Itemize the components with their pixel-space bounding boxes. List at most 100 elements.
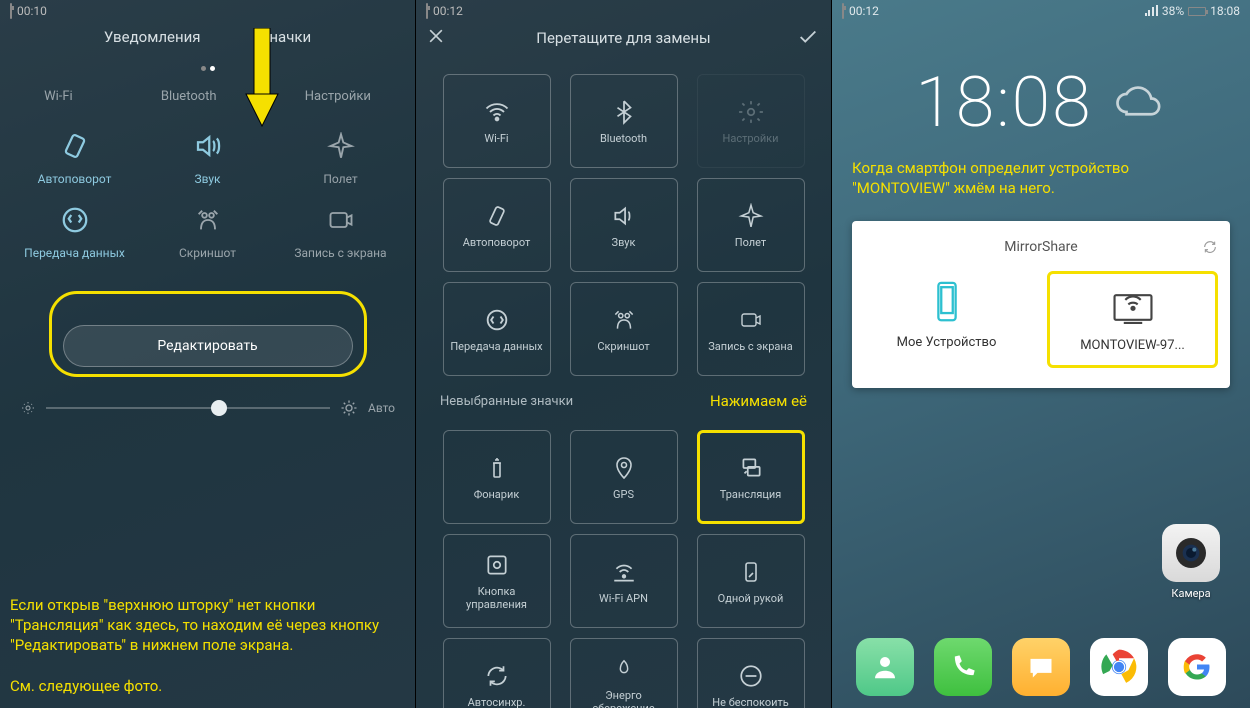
status-bar: 00:10 — [0, 0, 415, 22]
toggle-box-onehand[interactable]: Одной рукой — [697, 534, 805, 628]
reload-icon[interactable] — [1202, 239, 1218, 255]
label-bluetooth[interactable]: Bluetooth — [161, 89, 217, 104]
toggle-box-gps[interactable]: GPS — [570, 430, 678, 524]
toggle-box-energy[interactable]: Энерго сбережение — [570, 638, 678, 708]
knob-icon — [482, 550, 512, 580]
edit-title: Перетащите для замены — [460, 29, 787, 47]
toggle-box-label: Скриншот — [593, 341, 653, 354]
toggle-box-label: Звук — [608, 237, 640, 250]
toggle-box-label: Кнопка управления — [444, 586, 550, 611]
toggle-box-label: Автосинхр. — [464, 697, 530, 708]
status-clock: 18:08 — [1210, 4, 1240, 18]
label-wifi[interactable]: Wi-Fi — [44, 89, 73, 104]
toggle-data[interactable]: Передача данных — [8, 204, 141, 260]
data-icon — [482, 305, 512, 335]
bt-icon — [609, 97, 639, 127]
settings-icon — [736, 97, 766, 127]
toggle-box-label: Не беспокоить — [708, 697, 792, 708]
toggle-screenrec[interactable]: Запись с экрана — [274, 204, 407, 260]
battery-icon — [426, 4, 428, 18]
toggle-box-screenrec[interactable]: Запись с экрана — [697, 282, 805, 376]
toggle-box-label: GPS — [609, 489, 638, 502]
toggle-screenshot[interactable]: Скриншот — [141, 204, 274, 260]
toggle-label: Звук — [194, 172, 220, 186]
toggle-sound[interactable]: Звук — [141, 130, 274, 186]
toggle-box-data[interactable]: Передача данных — [443, 282, 551, 376]
dock — [832, 638, 1250, 696]
dock-google[interactable] — [1168, 638, 1226, 696]
autosync-icon — [482, 661, 512, 691]
status-time: 00:12 — [849, 4, 879, 18]
toggle-box-bt[interactable]: Bluetooth — [570, 74, 678, 168]
tab-notifications[interactable]: Уведомления — [104, 28, 201, 46]
unselected-hint: Нажимаем её — [710, 392, 807, 410]
brightness-slider[interactable] — [46, 407, 330, 409]
mirrorshare-card: MirrorShare Мое Устройство MONTOVIEW-97.… — [852, 221, 1230, 388]
edit-header: Перетащите для замены — [416, 22, 831, 58]
wifiapn-icon — [609, 557, 639, 587]
toggle-box-autosync[interactable]: Автосинхр. — [443, 638, 551, 708]
card-title: MirrorShare — [864, 239, 1218, 255]
toggle-label: Передача данных — [24, 246, 125, 260]
phone-icon — [922, 283, 972, 323]
screenshot-icon — [609, 305, 639, 335]
toggle-box-wifiapn[interactable]: Wi-Fi APN — [570, 534, 678, 628]
dock-chrome[interactable] — [1090, 638, 1148, 696]
toggle-box-autorotate[interactable]: Автоповорот — [443, 178, 551, 272]
screenshot-icon — [192, 204, 224, 236]
toggle-box-torch[interactable]: Фонарик — [443, 430, 551, 524]
sound-icon — [609, 201, 639, 231]
brightness-row: Авто — [0, 377, 415, 429]
sound-icon — [192, 130, 224, 162]
brightness-auto-label[interactable]: Авто — [368, 401, 395, 415]
toggle-box-label: Настройки — [719, 133, 783, 146]
screenrec-icon — [325, 204, 357, 236]
close-icon[interactable] — [426, 26, 450, 50]
toggle-label: Запись с экрана — [294, 246, 386, 260]
header-tabs: Уведомления Значки — [0, 22, 415, 56]
toggle-box-cast[interactable]: Трансляция — [697, 430, 805, 524]
device-montoview[interactable]: MONTOVIEW-97... — [1047, 271, 1218, 368]
edit-highlight: Редактировать — [49, 291, 367, 377]
screenrec-icon — [736, 305, 766, 335]
panel-edit-toggles: 00:12 Перетащите для замены Wi-FiBluetoo… — [416, 0, 832, 708]
torch-icon — [482, 453, 512, 483]
label-settings[interactable]: Настройки — [305, 89, 371, 104]
annotation-text: Когда смартфон определит устройство "MON… — [832, 154, 1250, 211]
toggle-box-label: Передача данных — [446, 341, 546, 354]
battery-pct: 38% — [1162, 4, 1184, 18]
toggle-box-label: Wi-Fi APN — [595, 593, 652, 606]
panel-quick-settings: 00:10 Уведомления Значки Wi-Fi Bluetooth… — [0, 0, 416, 708]
toggle-autorotate[interactable]: Автоповорот — [8, 130, 141, 186]
app-camera[interactable]: Камера — [1156, 524, 1226, 600]
toggle-box-knob[interactable]: Кнопка управления — [443, 534, 551, 628]
dock-messages[interactable] — [1012, 638, 1070, 696]
dock-phone[interactable] — [934, 638, 992, 696]
signal-icon — [1144, 5, 1158, 17]
lockscreen-clock: 18:08 — [915, 62, 1092, 144]
brightness-high-icon — [340, 399, 358, 417]
toggle-box-dnd[interactable]: Не беспокоить — [697, 638, 805, 708]
energy-icon — [609, 654, 639, 684]
annotation-text: Если открыв "верхнюю шторку" нет кнопки … — [10, 595, 405, 696]
toggle-box-wifi[interactable]: Wi-Fi — [443, 74, 551, 168]
onehand-icon — [736, 557, 766, 587]
status-time: 00:10 — [17, 4, 47, 18]
app-label: Камера — [1171, 587, 1210, 600]
device-self[interactable]: Мое Устройство — [864, 271, 1029, 368]
toggle-airplane[interactable]: Полет — [274, 130, 407, 186]
edit-button[interactable]: Редактировать — [63, 325, 353, 367]
camera-icon — [1162, 524, 1220, 582]
toggle-box-settings[interactable]: Настройки — [697, 74, 805, 168]
toggle-box-label: Bluetooth — [596, 133, 651, 146]
battery-icon-2 — [1188, 7, 1206, 16]
wifi-icon — [482, 97, 512, 127]
selected-grid: Wi-Fi Bluetooth Настройки Автоповорот Звук По… — [416, 58, 831, 384]
dock-contacts[interactable] — [856, 638, 914, 696]
panel-lockscreen: 00:12 38% 18:08 18:08 Когда смартфон опр… — [832, 0, 1250, 708]
confirm-icon[interactable] — [797, 26, 821, 50]
arrow-annotation — [244, 28, 280, 128]
toggle-box-sound[interactable]: Звук — [570, 178, 678, 272]
toggle-box-screenshot[interactable]: Скриншот — [570, 282, 678, 376]
toggle-box-airplane[interactable]: Полет — [697, 178, 805, 272]
